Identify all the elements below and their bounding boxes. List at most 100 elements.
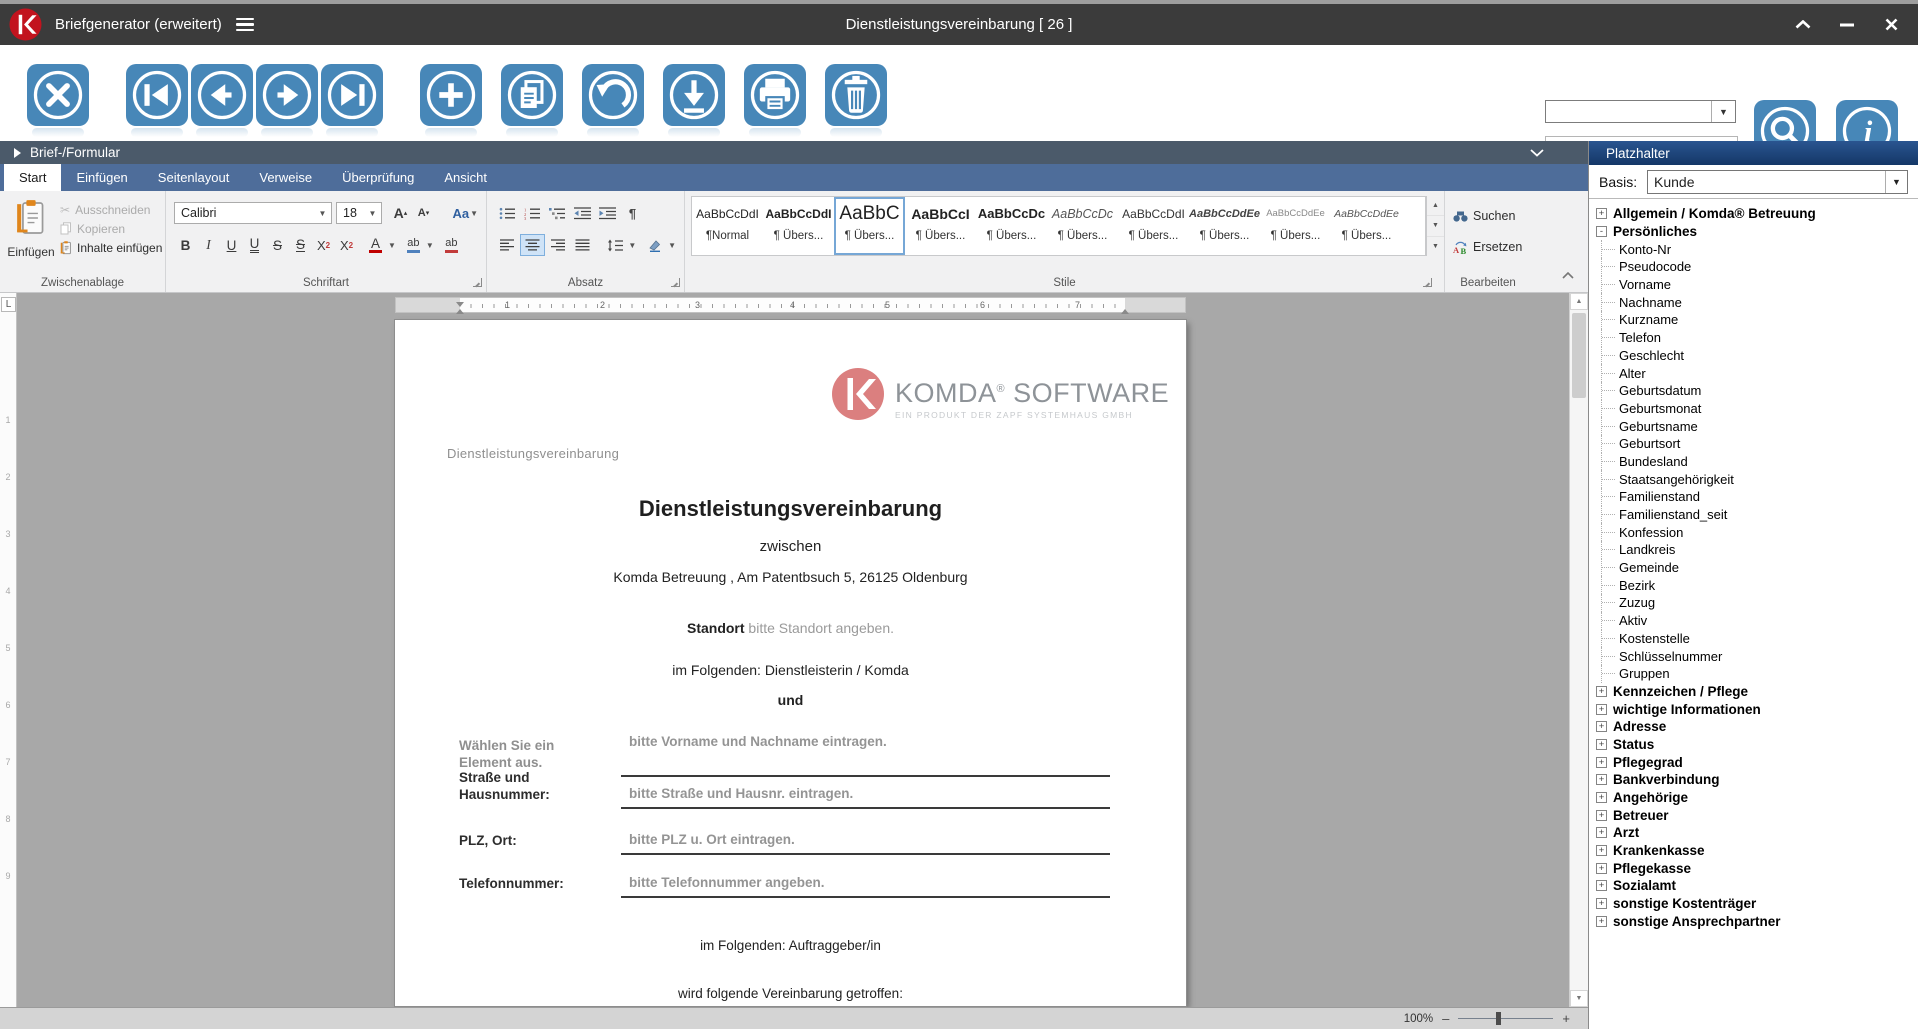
copy-button[interactable]: Kopieren — [60, 219, 162, 238]
print-button[interactable] — [744, 64, 806, 137]
zoom-out-button[interactable]: – — [1442, 1012, 1449, 1025]
superscript-button[interactable]: X2 — [312, 234, 335, 256]
increase-indent-button[interactable] — [595, 202, 620, 224]
tree-item[interactable]: + Bankverbindung — [1596, 771, 1914, 789]
paste-special-button[interactable]: Inhalte einfügen — [60, 238, 162, 257]
tree-item[interactable]: Geburtsort — [1601, 434, 1914, 453]
tree-item[interactable]: Familienstand_seit — [1601, 505, 1914, 524]
double-strikethrough-button[interactable]: S — [289, 234, 312, 256]
tree-item[interactable]: Kurzname — [1601, 311, 1914, 329]
cut-button[interactable]: ✂ Ausschneiden — [60, 200, 162, 219]
style-item[interactable]: AaBbCcDdEe ¶ Übers... — [1331, 197, 1402, 255]
gallery-scroll-up-icon[interactable]: ▲ — [1427, 196, 1444, 217]
field-input-placeholder[interactable]: bitte Straße und Hausnr. eintragen. — [621, 786, 1110, 809]
tree-item[interactable]: Nachname — [1601, 293, 1914, 312]
bold-button[interactable]: B — [174, 234, 197, 256]
align-left-button[interactable] — [495, 234, 520, 256]
hamburger-menu-icon[interactable] — [235, 15, 254, 35]
justify-button[interactable] — [570, 234, 595, 256]
strikethrough-button[interactable]: S — [266, 234, 289, 256]
tree-expander-icon[interactable]: + — [1596, 827, 1607, 839]
tree-expander-icon[interactable]: + — [1596, 703, 1607, 715]
replace-button[interactable]: A B Ersetzen — [1453, 237, 1522, 257]
first-record-button[interactable] — [126, 64, 188, 137]
tree-expander-icon[interactable]: + — [1596, 880, 1607, 892]
undo-button[interactable] — [582, 64, 644, 137]
tree-item[interactable]: + Allgemein / Komda® Betreuung — [1596, 205, 1914, 223]
close-icon[interactable] — [1880, 15, 1902, 35]
tree-item[interactable]: Geburtsname — [1601, 417, 1914, 435]
tree-item[interactable]: Geburtsmonat — [1601, 399, 1914, 418]
tree-item[interactable]: Staatsangehörigkeit — [1601, 470, 1914, 488]
right-indent-marker[interactable] — [1121, 309, 1129, 314]
document-scrollbar[interactable]: ▲ ▼ — [1569, 293, 1588, 1007]
field-input-placeholder[interactable]: bitte Telefonnummer angeben. — [621, 875, 1110, 898]
tree-item[interactable]: + Sozialamt — [1596, 877, 1914, 895]
style-item[interactable]: AaBbCcDc ¶ Übers... — [976, 197, 1047, 255]
first-line-indent-marker[interactable] — [456, 302, 464, 307]
copy-record-button[interactable] — [501, 64, 563, 137]
style-item[interactable]: AaBbCcI ¶ Übers... — [905, 197, 976, 255]
zoom-slider[interactable] — [1458, 1012, 1554, 1025]
tree-item[interactable]: Landkreis — [1601, 541, 1914, 559]
tree-expander-icon[interactable]: + — [1596, 721, 1607, 733]
chevron-down-icon[interactable]: ▼ — [668, 241, 676, 250]
style-item[interactable]: AaBbCcDdI ¶Normal — [692, 197, 763, 255]
tree-expander-icon[interactable]: + — [1596, 738, 1607, 750]
font-color-button[interactable]: A — [364, 234, 387, 256]
gallery-more-icon[interactable]: ▼ — [1427, 237, 1444, 256]
tree-item[interactable]: Geschlecht — [1601, 346, 1914, 365]
gallery-scroll-down-icon[interactable]: ▼ — [1427, 216, 1444, 237]
tree-item[interactable]: + Arzt — [1596, 824, 1914, 842]
delete-record-button[interactable] — [825, 64, 887, 137]
tree-item[interactable]: Kostenstelle — [1601, 629, 1914, 648]
grow-font-button[interactable]: A ▴ — [389, 202, 412, 224]
tree-item[interactable]: Familienstand — [1601, 488, 1914, 506]
style-item[interactable]: AaBbCcDc ¶ Übers... — [1047, 197, 1118, 255]
paragraph-dialog-launcher-icon[interactable] — [671, 278, 680, 287]
last-record-button[interactable] — [321, 64, 383, 137]
quick-search-combo-value[interactable] — [1546, 101, 1711, 122]
line-spacing-button[interactable] — [602, 234, 627, 256]
tree-item[interactable]: Alter — [1601, 364, 1914, 382]
chevron-down-icon[interactable]: ▼ — [1711, 101, 1735, 122]
tree-item[interactable]: Bundesland — [1601, 452, 1914, 471]
tree-expander-icon[interactable]: - — [1596, 226, 1607, 238]
ribbon-tab[interactable]: Einfügen — [61, 164, 142, 191]
tree-expander-icon[interactable]: + — [1596, 809, 1607, 821]
tree-expander-icon[interactable]: + — [1596, 792, 1607, 804]
tree-item[interactable]: + Pflegekasse — [1596, 859, 1914, 877]
tree-item[interactable]: + Kennzeichen / Pflege — [1596, 683, 1914, 701]
tree-item[interactable]: Geburtsdatum — [1601, 381, 1914, 400]
tree-item[interactable]: Aktiv — [1601, 611, 1914, 630]
tree-item[interactable]: + Status — [1596, 736, 1914, 754]
tree-item[interactable]: Konto-Nr — [1601, 240, 1914, 259]
tree-item[interactable]: Pseudocode — [1601, 258, 1914, 276]
style-item[interactable]: AaBbCcDdEe ¶ Übers... — [1260, 197, 1331, 255]
highlight-button[interactable]: ab — [402, 234, 425, 256]
save-download-button[interactable] — [663, 64, 725, 137]
find-button[interactable]: Suchen — [1453, 206, 1515, 226]
align-center-button[interactable] — [519, 234, 545, 256]
change-case-button[interactable]: Aa ▼ — [452, 202, 478, 224]
tree-item[interactable]: + wichtige Informationen — [1596, 700, 1914, 718]
tree-item[interactable]: + Angehörige — [1596, 789, 1914, 807]
scroll-up-icon[interactable]: ▲ — [1570, 293, 1588, 310]
tree-item[interactable]: + sonstige Ansprechpartner — [1596, 913, 1914, 931]
styles-dialog-launcher-icon[interactable] — [1423, 278, 1432, 287]
collapse-window-icon[interactable] — [1792, 15, 1814, 35]
clear-formatting-button[interactable]: ab — [440, 234, 463, 256]
minimize-icon[interactable] — [1836, 15, 1858, 35]
form-collapse-chevron-icon[interactable] — [1530, 144, 1544, 162]
style-item[interactable]: AaBbCcDdI ¶ Übers... — [763, 197, 834, 255]
tree-expander-icon[interactable]: + — [1596, 756, 1607, 768]
paste-button[interactable]: Einfügen — [7, 198, 55, 264]
bullet-list-button[interactable] — [495, 202, 520, 224]
standort-placeholder[interactable]: bitte Standort angeben. — [745, 620, 894, 636]
show-paragraph-marks-button[interactable]: ¶ — [620, 202, 645, 224]
chevron-down-icon[interactable]: ▼ — [364, 209, 381, 218]
zoom-in-button[interactable]: + — [1562, 1012, 1570, 1025]
shrink-font-button[interactable]: A ▾ — [412, 202, 435, 224]
tree-item[interactable]: + sonstige Kostenträger — [1596, 895, 1914, 913]
italic-button[interactable]: I — [197, 234, 220, 256]
